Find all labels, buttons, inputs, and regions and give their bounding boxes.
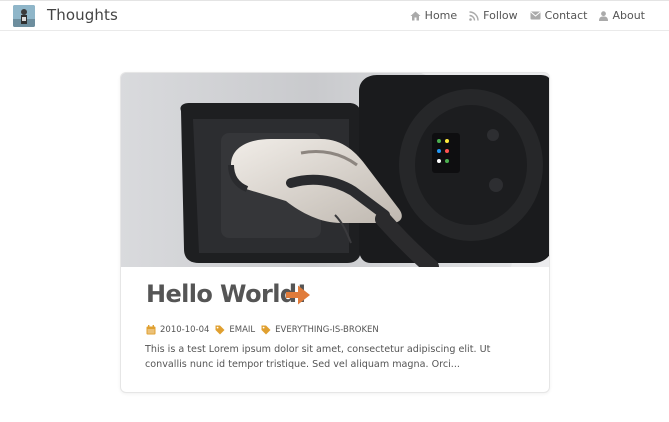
site-logo[interactable]	[13, 5, 35, 27]
post-meta: 2010-10-04 EMAIL EVERYTHING-IS-BROKEN	[146, 325, 379, 335]
nav-about-label: About	[612, 9, 645, 22]
tag-everything-is-broken-label: EVERYTHING-IS-BROKEN	[275, 325, 379, 335]
site-title[interactable]: Thoughts	[47, 6, 118, 24]
home-icon	[410, 11, 421, 20]
tag-everything-is-broken[interactable]: EVERYTHING-IS-BROKEN	[261, 325, 379, 335]
calendar-icon	[146, 325, 156, 335]
post-title[interactable]: Hello World!	[146, 280, 307, 308]
tag-email[interactable]: EMAIL	[215, 325, 255, 335]
nav-home[interactable]: Home	[410, 9, 457, 22]
nav-follow[interactable]: Follow	[469, 9, 518, 22]
arrow-right-icon[interactable]	[285, 283, 311, 307]
main-nav: Home Follow Contact About	[410, 9, 645, 22]
tag-icon	[261, 325, 271, 335]
post-excerpt: This is a test Lorem ipsum dolor sit ame…	[145, 344, 491, 370]
user-icon	[599, 10, 609, 21]
nav-home-label: Home	[424, 9, 458, 22]
envelope-icon	[530, 11, 541, 20]
tag-email-label: EMAIL	[229, 325, 256, 335]
nav-follow-label: Follow	[483, 9, 518, 22]
nav-contact[interactable]: Contact	[530, 9, 588, 22]
nav-about[interactable]: About	[599, 9, 645, 22]
post-date: 2010-10-04	[146, 325, 209, 335]
post-card: Hello World! 2010-10-04 EMAIL EVERYTHING…	[120, 72, 550, 393]
tag-icon	[215, 325, 225, 335]
post-hero-image[interactable]	[121, 73, 550, 267]
post-date-label: 2010-10-04	[160, 325, 210, 335]
rss-icon	[469, 10, 479, 21]
avatar-image	[13, 5, 35, 27]
nav-contact-label: Contact	[544, 9, 588, 22]
top-navbar: Thoughts Home Follow Contact About	[0, 0, 669, 31]
